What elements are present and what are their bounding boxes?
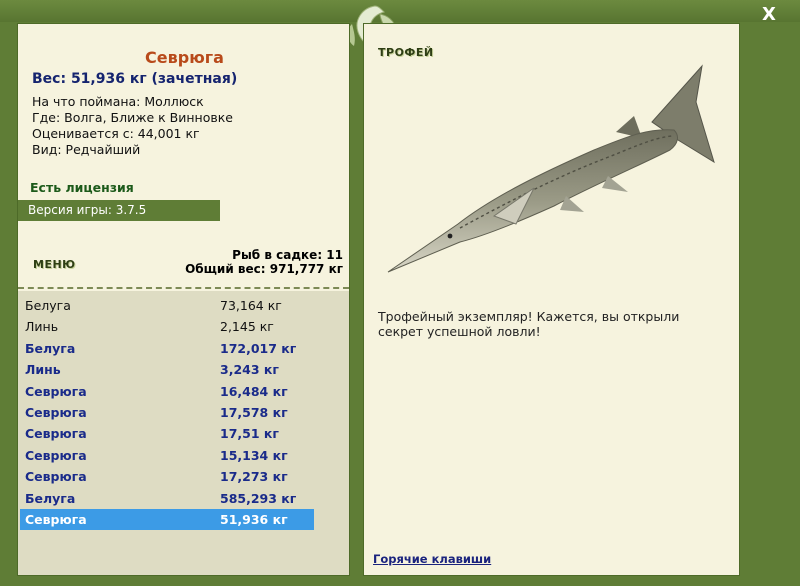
catch-fish-weight: 172,017 кг [220, 340, 297, 356]
game-window: X Севрюга Вес: 51,936 кг (зачетная) На ч… [0, 0, 800, 586]
catch-fish-name: Севрюга [25, 512, 87, 527]
catch-fish-name: Севрюга [25, 383, 87, 399]
catch-list-row[interactable]: Севрюга 17,578 кг [20, 402, 314, 423]
dashed-divider [18, 287, 349, 289]
catch-list: Белуга 73,164 кг Линь 2,145 кг Белуга 172,017… [18, 291, 349, 575]
catch-fish-name: Белуга [25, 340, 76, 356]
sturgeon-image [387, 64, 715, 273]
keepnet-count: Рыб в садке: 11 [232, 248, 343, 262]
catch-list-row[interactable]: Белуга 73,164 кг [20, 295, 314, 316]
close-button[interactable]: X [758, 4, 780, 26]
catch-fish-name: Линь [25, 319, 59, 335]
catch-fish-name: Севрюга [25, 469, 87, 485]
catch-fish-name: Белуга [25, 490, 76, 506]
catch-fish-name: Севрюга [25, 447, 87, 463]
license-status: Есть лицензия [30, 180, 134, 195]
catch-fish-weight: 51,936 кг [220, 512, 288, 527]
fish-title: Севрюга [145, 48, 224, 67]
catch-list-row[interactable]: Линь 3,243 кг [20, 359, 314, 380]
catch-list-row[interactable]: Севрюга 17,51 кг [20, 423, 314, 444]
trophy-label: ТРОФЕЙ [378, 46, 434, 59]
catch-list-row[interactable]: Линь 2,145 кг [20, 316, 314, 337]
catch-fish-weight: 17,51 кг [220, 426, 279, 442]
catch-fish-name: Линь [25, 362, 61, 378]
trophy-panel: ТРОФЕЙ Трофейный экземпляр! Кажется, вы … [363, 23, 740, 576]
catch-fish-name: Белуга [25, 298, 71, 313]
catch-list-row[interactable]: Белуга 172,017 кг [20, 338, 314, 359]
fish-type: Вид: Редчайший [32, 142, 141, 157]
catch-list-row[interactable]: Севрюга 16,484 кг [20, 381, 314, 402]
catch-fish-name: Севрюга [25, 405, 87, 420]
menu-button[interactable]: МЕНЮ [33, 258, 76, 271]
catch-list-row[interactable]: Севрюга 15,134 кг [20, 445, 314, 466]
catch-list-row[interactable]: Севрюга 17,273 кг [20, 466, 314, 487]
catch-fish-weight: 17,273 кг [220, 469, 288, 485]
catch-list-row[interactable]: Белуга 585,293 кг [20, 488, 314, 509]
catch-fish-weight: 16,484 кг [220, 383, 288, 399]
catch-fish-weight: 585,293 кг [220, 490, 297, 506]
catch-fish-name: Севрюга [25, 426, 87, 442]
hotkeys-link[interactable]: Горячие клавиши [373, 552, 491, 566]
catch-list-row[interactable]: Севрюга 51,936 кг [20, 509, 314, 530]
game-version: Версия игры: 3.7.5 [18, 200, 220, 221]
catch-fish-weight: 3,243 кг [220, 362, 279, 378]
catch-fish-weight: 2,145 кг [220, 319, 274, 335]
trophy-message: Трофейный экземпляр! Кажется, вы открыли… [378, 309, 680, 339]
catch-fish-weight: 15,134 кг [220, 447, 288, 463]
fish-location: Где: Волга, Ближе к Винновке [32, 110, 233, 125]
keepnet-summary: Рыб в садке: 11 Общий вес: 971,777 кг [185, 248, 343, 276]
keepnet-total-weight: Общий вес: 971,777 кг [185, 262, 343, 276]
fish-weight: Вес: 51,936 кг (зачетная) [32, 71, 238, 87]
fish-info-panel: Севрюга Вес: 51,936 кг (зачетная) На что… [17, 23, 350, 576]
catch-fish-weight: 17,578 кг [220, 405, 288, 420]
fish-valued-from: Оценивается с: 44,001 кг [32, 126, 200, 141]
fish-bait: На что поймана: Моллюск [32, 94, 204, 109]
catch-fish-weight: 73,164 кг [220, 298, 282, 313]
